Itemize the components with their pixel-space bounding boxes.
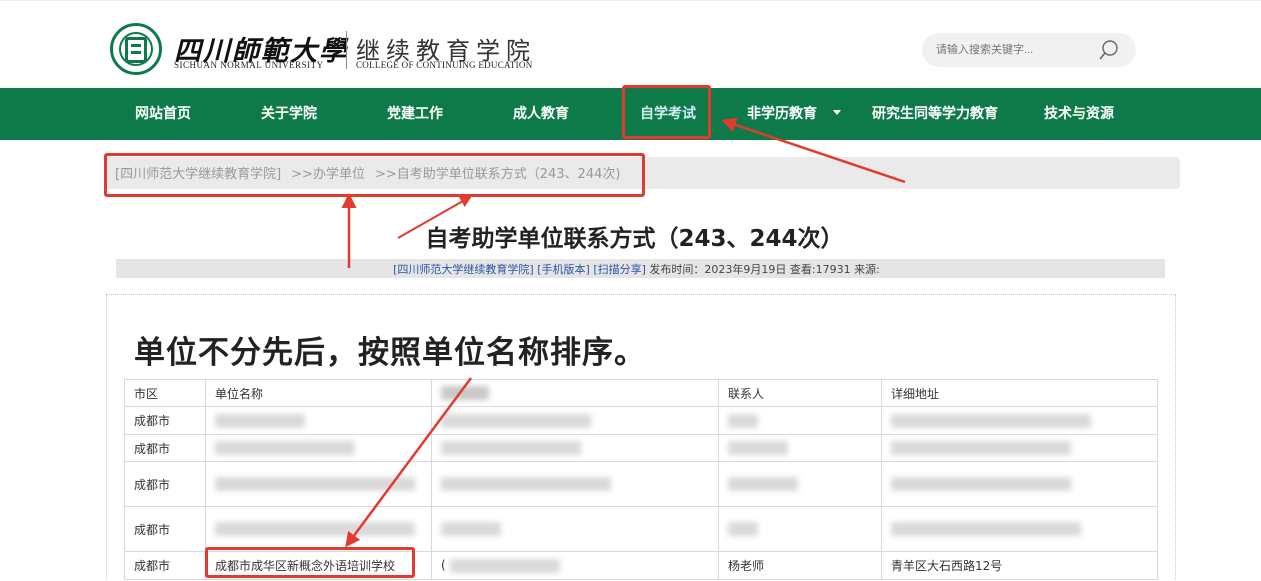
meta-mobile-link[interactable]: [手机版本]	[537, 263, 590, 276]
table-cell-city: 成都市	[124, 434, 206, 462]
redacted-text	[891, 477, 1071, 492]
table-cell-city: 成都市	[124, 461, 206, 507]
meta-source-link[interactable]: [四川师范大学继续教育学院]	[393, 263, 534, 276]
table-cell-address	[881, 434, 1158, 462]
table-cell-address: 青羊区大石西路12号	[881, 551, 1158, 580]
redacted-text	[728, 477, 798, 492]
search-input[interactable]	[936, 40, 1096, 60]
table-cell-name	[205, 506, 432, 552]
table-cell-phone	[431, 506, 719, 552]
table-row: 成都市	[124, 434, 1158, 462]
nav-item-home[interactable]: 网站首页	[135, 88, 191, 140]
site-header: 四川師範大學 SICHUAN NORMAL UNIVERSITY 继续教育学院 …	[0, 0, 1261, 88]
table-row: 成都市	[124, 461, 1158, 507]
redacted-text	[215, 477, 415, 492]
table-header-cell: 市区	[124, 379, 206, 407]
nav-item-non-degree-label: 非学历教育	[747, 106, 817, 122]
redacted-text	[441, 413, 591, 428]
table-cell-city: 成都市	[124, 406, 206, 435]
nav-item-about[interactable]: 关于学院	[261, 88, 317, 140]
table-header-cell: 联系人	[718, 379, 882, 407]
table-header-cell: 单位名称	[205, 379, 432, 407]
annotation-box-school	[205, 547, 415, 578]
table-cell-phone-text: (	[441, 558, 446, 573]
college-name-en: COLLEGE OF CONTINUING EDUCATION	[356, 60, 533, 70]
redacted-text	[441, 522, 501, 537]
table-cell-phone	[431, 406, 719, 435]
redacted-text	[891, 413, 1091, 428]
redacted-text	[215, 413, 305, 428]
table-cell-contact	[718, 461, 882, 507]
table-cell-city: 成都市	[124, 506, 206, 552]
annotation-box-nav	[622, 85, 711, 139]
table-header-cell	[431, 379, 719, 407]
redacted-text	[441, 441, 581, 456]
table-cell-contact	[718, 506, 882, 552]
article-lead: 单位不分先后，按照单位名称排序。	[134, 335, 646, 371]
redacted-text	[891, 441, 1071, 456]
redacted-text	[441, 386, 489, 401]
redacted-text	[728, 413, 758, 428]
table-cell-name	[205, 434, 432, 462]
table-cell-city: 成都市	[124, 551, 206, 580]
table-cell-address	[881, 406, 1158, 435]
redacted-text	[728, 522, 758, 537]
table-cell-phone	[431, 434, 719, 462]
nav-item-resources[interactable]: 技术与资源	[1044, 88, 1114, 140]
meta-views: 查看:17931	[789, 263, 851, 276]
redacted-text	[891, 522, 1081, 537]
table-cell-phone: (	[431, 551, 719, 580]
redacted-text	[728, 441, 788, 456]
nav-item-party[interactable]: 党建工作	[387, 88, 443, 140]
table-header-cell: 详细地址	[881, 379, 1158, 407]
meta-published: 发布时间：2023年9月19日	[649, 263, 787, 276]
redacted-text	[441, 477, 611, 492]
table-row: 成都市	[124, 506, 1158, 552]
page-title: 自考助学单位联系方式（243、244次）	[0, 219, 1261, 253]
nav-item-adult-edu[interactable]: 成人教育	[513, 88, 569, 140]
table-cell-address	[881, 461, 1158, 507]
nav-item-non-degree[interactable]: 非学历教育	[747, 88, 841, 140]
redacted-text	[215, 522, 415, 537]
redacted-text	[215, 441, 355, 456]
university-name-en: SICHUAN NORMAL UNIVERSITY	[174, 60, 324, 70]
table-cell-phone	[431, 461, 719, 507]
table-cell-contact	[718, 434, 882, 462]
search-icon[interactable]	[1098, 39, 1120, 61]
table-cell-name	[205, 461, 432, 507]
table-cell-address	[881, 506, 1158, 552]
brand-divider	[346, 31, 347, 69]
meta-share-link[interactable]: [扫描分享]	[593, 263, 646, 276]
chevron-down-icon	[833, 109, 841, 115]
page-title-text: 自考助学单位联系方式（243、244次）	[425, 226, 844, 252]
nav-item-graduate[interactable]: 研究生同等学力教育	[872, 88, 998, 140]
university-logo[interactable]	[110, 23, 162, 75]
logo-glyph	[125, 37, 147, 63]
table-header-row: 市区 单位名称 联系人 详细地址	[124, 379, 1158, 407]
annotation-box-breadcrumb	[104, 153, 645, 197]
table-cell-name	[205, 406, 432, 435]
table-cell-contact: 杨老师	[718, 551, 882, 580]
meta-origin: 来源:	[854, 263, 880, 276]
table-row: 成都市	[124, 406, 1158, 435]
redacted-text	[449, 558, 560, 573]
table-cell-contact	[718, 406, 882, 435]
article-meta: [四川师范大学继续教育学院] [手机版本] [扫描分享] 发布时间：2023年9…	[0, 261, 1261, 277]
